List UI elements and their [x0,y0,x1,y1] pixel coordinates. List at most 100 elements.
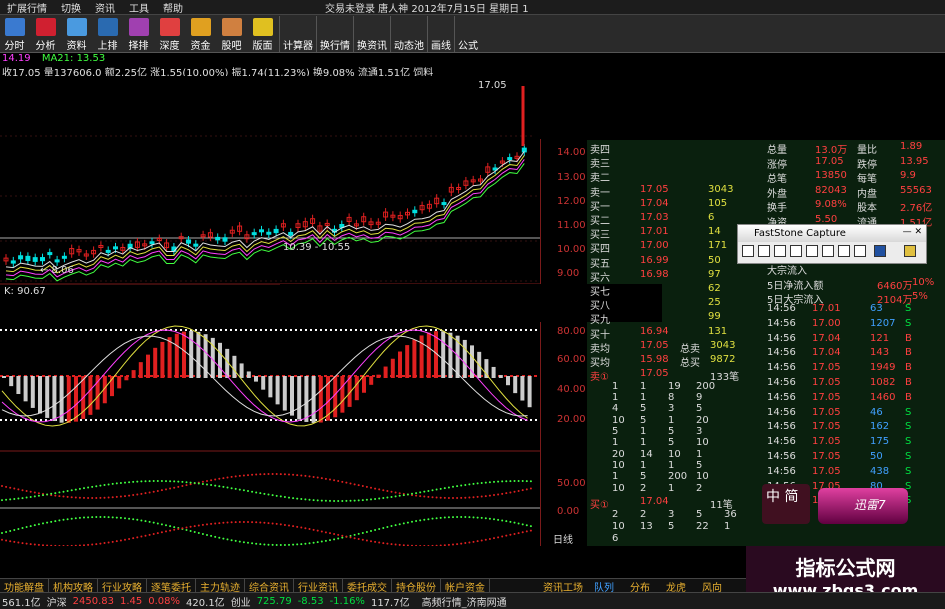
money-flow-dot [529,487,532,490]
bottom-tab[interactable]: 行业资讯 [294,579,343,594]
toolbar-button-pool[interactable]: 动态池 [390,16,427,52]
money-flow-dot [370,486,372,489]
orderbook-side: 买一 [590,201,610,213]
bottom-tab[interactable]: 主力轨迹 [196,579,245,594]
money-flow-dot [148,520,151,523]
candle-body [186,239,191,244]
toolbar-button-draw[interactable]: 画线 [427,16,454,52]
money-flow-dot [378,541,381,544]
right-tab[interactable]: 龙虎 [658,579,694,594]
capture-fixed-icon[interactable] [838,245,850,257]
bottom-tab[interactable]: 帐户资金 [441,579,490,594]
indicator-bar [484,359,489,378]
toolbar-button-ziliao[interactable]: 资料 [62,16,91,52]
money-flow-dot [517,522,520,525]
thunder-badge[interactable]: 迅雷7 [818,488,908,524]
money-flow-dot [411,492,413,495]
money-flow-dot [271,543,274,546]
money-flow-dot [529,480,532,483]
money-flow-dot [333,499,336,502]
money-flow-dot [406,493,409,496]
money-flow-dot [78,516,81,519]
money-flow-dot [226,476,229,479]
capture-freehand-icon[interactable] [790,245,802,257]
candle-body [47,252,53,256]
tick-side: S [905,406,912,418]
menu-item[interactable]: 资讯 [88,0,122,15]
faststone-window[interactable]: FastStone Capture — ✕ [737,224,927,264]
money-flow-dot [177,480,180,483]
money-flow-dot [74,488,77,491]
save-icon[interactable] [874,245,886,257]
indicator-bar [362,376,366,393]
axis-label: 20.00 [557,414,586,425]
toolbar-button-fenxi[interactable]: 分析 [31,16,60,52]
toolbar-button-calculator[interactable]: 计算器 [279,16,316,52]
capture-fullscreen-icon[interactable] [806,245,818,257]
toolbar-button-shangpai[interactable]: 上排 [93,16,122,52]
money-flow-dot [308,475,311,478]
right-tab[interactable]: 队列 [586,579,622,594]
money-flow-dot [452,543,454,546]
menu-item[interactable]: 扩展行情 [0,0,54,15]
queue-cell: 9 [696,392,703,404]
status-item: 420.1亿 [186,597,225,609]
orderbook-price: 17.01 [640,226,669,238]
settings-icon[interactable] [904,245,916,257]
right-tab[interactable]: 风向 [694,579,730,594]
capture-rect-icon[interactable] [774,245,786,257]
up-icon [97,18,118,36]
bottom-tab[interactable]: 逐笔委托 [147,579,196,594]
bottom-tab[interactable]: 功能解盘 [0,579,49,594]
toolbar-button-switch-news[interactable]: 换资讯 [353,16,390,52]
money-flow-dot [488,494,491,497]
toolbar-button-banmian[interactable]: 版面 [248,16,277,52]
money-flow-dot [271,494,274,497]
ime-badge[interactable]: 中 简 [762,484,810,524]
menu-item[interactable]: 帮助 [156,0,190,15]
close-icon[interactable]: — ✕ [903,227,922,237]
bottom-tab[interactable]: 委托成交 [343,579,392,594]
money-flow-dot [255,473,258,476]
right-tab[interactable]: 分布 [622,579,658,594]
toolbar-button-zepai[interactable]: 择排 [124,16,153,52]
queue-cell: 1 [612,437,619,449]
money-flow-dot [119,516,122,519]
money-flow-dot [206,479,208,482]
money-flow-dot [353,537,356,540]
bottom-tab[interactable]: 资讯工场 [540,579,586,594]
money-flow-dot [58,495,61,498]
money-flow-dot [488,517,491,520]
money-flow-dot [230,475,233,478]
money-flow-dot [185,529,188,532]
bottom-tab[interactable]: 综合资讯 [245,579,294,594]
stat-label: 大宗流入 [767,266,807,277]
stat-value: 9.08% [815,199,847,210]
orderbook-side: 总卖 [680,343,700,355]
capture-scroll-icon[interactable] [822,245,834,257]
capture-object-icon[interactable] [758,245,770,257]
money-flow-dot [58,519,61,522]
capture-video-icon[interactable] [854,245,866,257]
money-flow-dot [70,544,73,547]
toolbar-button-zijin[interactable]: 资金 [186,16,215,52]
toolbar-button-formula[interactable]: 公式 [454,16,481,52]
day-tab[interactable]: 日线 [553,531,573,546]
toolbar-button-guba[interactable]: 股吧 [217,16,246,52]
menu-item[interactable]: 工具 [122,0,156,15]
toolbar-button-switch-quote[interactable]: 换行情 [316,16,353,52]
money-flow-dot [238,521,241,524]
capture-window-icon[interactable] [742,245,754,257]
bottom-tab[interactable]: 行业攻略 [98,579,147,594]
money-flow-dot [513,480,516,483]
bottom-tab[interactable]: 机构攻略 [49,579,98,594]
money-flow-dot [29,543,32,546]
money-flow-dot [415,492,418,495]
orderbook-side: 卖三 [590,159,610,171]
money-flow-dot [337,499,340,502]
tick-price: 17.05 [812,377,841,388]
toolbar-button-shendu[interactable]: 深度 [155,16,184,52]
toolbar-button-fenshi[interactable]: 分时 [0,16,29,52]
bottom-tab[interactable]: 持仓股份 [392,579,441,594]
menu-item[interactable]: 切换 [54,0,88,15]
